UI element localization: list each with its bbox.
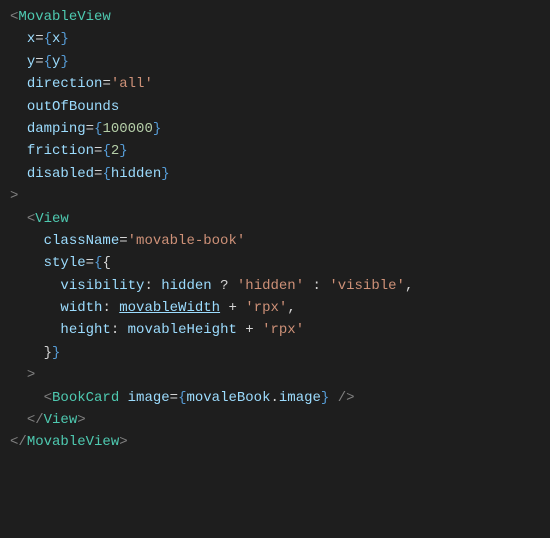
- code-line: x={x}: [10, 28, 540, 50]
- code-line: style={{: [10, 252, 540, 274]
- code-line: className='movable-book': [10, 230, 540, 252]
- code-line: height: movableHeight + 'rpx': [10, 319, 540, 341]
- variable-link[interactable]: movableWidth: [119, 300, 220, 316]
- code-line: </MovableView>: [10, 431, 540, 453]
- code-line: direction='all': [10, 73, 540, 95]
- code-line: width: movableWidth + 'rpx',: [10, 297, 540, 319]
- code-line: <View: [10, 208, 540, 230]
- code-line: >: [10, 364, 540, 386]
- code-line: </View>: [10, 409, 540, 431]
- code-line: friction={2}: [10, 140, 540, 162]
- code-line: }}: [10, 342, 540, 364]
- code-line: <MovableView: [10, 6, 540, 28]
- code-line: disabled={hidden}: [10, 163, 540, 185]
- code-line: >: [10, 185, 540, 207]
- code-line: damping={100000}: [10, 118, 540, 140]
- code-line: visibility: hidden ? 'hidden' : 'visible…: [10, 275, 540, 297]
- code-line: <BookCard image={movaleBook.image} />: [10, 387, 540, 409]
- code-editor[interactable]: <MovableView x={x} y={y} direction='all'…: [10, 6, 540, 454]
- code-line: y={y}: [10, 51, 540, 73]
- code-line: outOfBounds: [10, 96, 540, 118]
